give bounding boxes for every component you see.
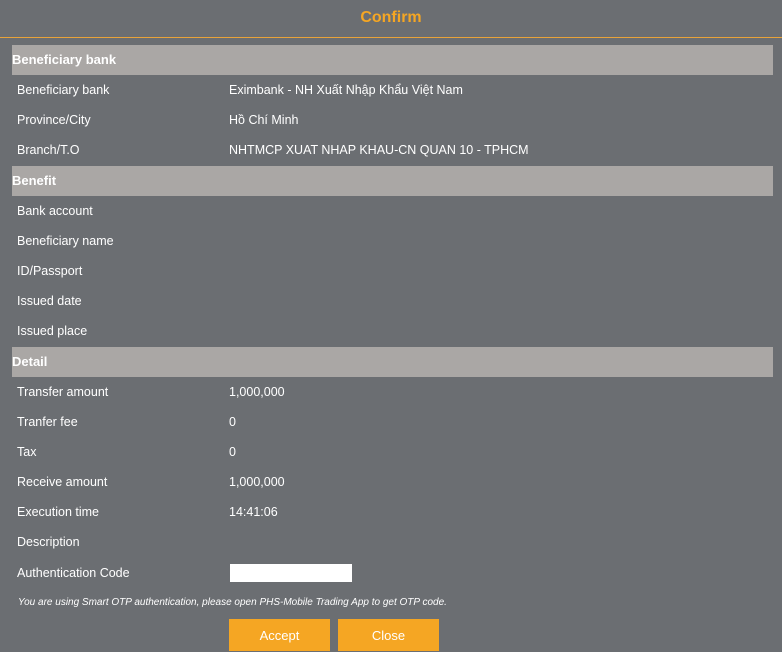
row-execution-time: Execution time 14:41:06 — [12, 497, 773, 527]
otp-note: You are using Smart OTP authentication, … — [18, 597, 447, 608]
row-value: 1,000,000 — [229, 384, 285, 399]
close-button[interactable]: Close — [338, 619, 439, 651]
row-label: ID/Passport — [17, 263, 83, 278]
row-label: Execution time — [17, 505, 99, 520]
row-label: Transfer amount — [17, 384, 109, 399]
row-value: 0 — [229, 414, 236, 429]
row-beneficiary-bank: Beneficiary bank Eximbank - NH Xuất Nhập… — [12, 75, 773, 105]
row-value: 14:41:06 — [229, 505, 278, 520]
row-province-city: Province/City Hồ Chí Minh — [12, 105, 773, 135]
row-label: Issued date — [17, 294, 82, 309]
accept-button[interactable]: Accept — [229, 619, 330, 651]
row-label: Description — [17, 535, 80, 550]
row-label: Beneficiary name — [17, 233, 114, 248]
row-label: Tranfer fee — [17, 414, 78, 429]
row-beneficiary-name: Beneficiary name — [12, 226, 773, 256]
row-value: 0 — [229, 444, 236, 459]
row-value: Eximbank - NH Xuất Nhập Khẩu Việt Nam — [229, 83, 463, 97]
row-transfer-fee: Tranfer fee 0 — [12, 407, 773, 437]
auth-code-label: Authentication Code — [17, 565, 130, 580]
row-label: Branch/T.O — [17, 143, 80, 158]
row-label: Bank account — [17, 203, 93, 218]
dialog-title: Confirm — [0, 0, 782, 38]
row-description: Description — [12, 527, 773, 557]
row-label: Tax — [17, 444, 37, 459]
row-authentication-code: Authentication Code — [12, 558, 773, 588]
confirm-dialog: Confirm Beneficiary bank Beneficiary ban… — [0, 0, 782, 651]
row-value: Hồ Chí Minh — [229, 113, 299, 128]
row-label: Issued place — [17, 324, 88, 339]
row-value: NHTMCP XUAT NHAP KHAU-CN QUAN 10 - TPHCM — [229, 143, 529, 158]
row-branch: Branch/T.O NHTMCP XUAT NHAP KHAU-CN QUAN… — [12, 135, 773, 165]
section-header-detail: Detail — [12, 346, 773, 377]
row-issued-place: Issued place — [12, 316, 773, 346]
authentication-code-input[interactable] — [230, 563, 352, 582]
row-label: Beneficiary bank — [17, 83, 110, 97]
row-receive-amount: Receive amount 1,000,000 — [12, 467, 773, 497]
row-issued-date: Issued date — [12, 286, 773, 316]
row-value: 1,000,000 — [229, 475, 285, 490]
row-label: Receive amount — [17, 475, 108, 490]
row-tax: Tax 0 — [12, 437, 773, 467]
section-header-beneficiary-bank: Beneficiary bank — [12, 45, 773, 75]
row-transfer-amount: Transfer amount 1,000,000 — [12, 377, 773, 407]
row-bank-account: Bank account — [12, 196, 773, 226]
confirm-content: Beneficiary bank Beneficiary bank Eximba… — [12, 45, 773, 588]
row-id-passport: ID/Passport — [12, 256, 773, 286]
row-label: Province/City — [17, 113, 91, 128]
section-header-benefit: Benefit — [12, 165, 773, 196]
